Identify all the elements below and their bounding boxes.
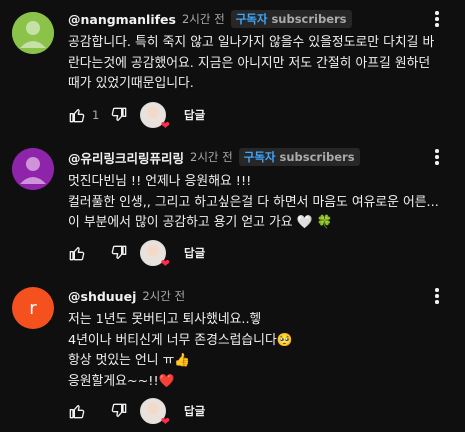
- comment-line: 란다는것에 공감했어요. 지금은 아니지만 저도 간절히 아프길 원하던: [68, 55, 431, 71]
- timestamp[interactable]: 2시간 전: [142, 288, 185, 304]
- reply-button[interactable]: 답글: [184, 403, 205, 419]
- heart-icon: ❤: [160, 415, 170, 428]
- reply-button[interactable]: 답글: [184, 245, 205, 261]
- comment-line: 공감합니다. 특히 죽지 않고 일나가지 않을수 있을정도로만 다치길 바: [68, 35, 435, 50]
- heart-icon: ❤: [160, 119, 170, 132]
- dislike-button[interactable]: [110, 402, 128, 420]
- subscribers-label: subscribers: [279, 150, 355, 164]
- like-count: 1: [92, 108, 100, 122]
- thumb-up-icon: [69, 109, 85, 123]
- comment-actions: ❤ 답글: [68, 240, 205, 269]
- dislike-button[interactable]: [110, 244, 128, 262]
- default-avatar-icon: [12, 148, 54, 190]
- thumb-down-icon: [111, 403, 127, 417]
- member-label: 구독자: [235, 12, 268, 26]
- thumb-up-icon: [69, 247, 85, 261]
- comment-line: 컬러풀한 인생,, 그리고 하고싶은걸 다 하면서 마음도 여유로운 어른...: [68, 194, 439, 210]
- comment-line: 이 부분에서 많이 공감하고 용기 얻고 가요 🤍 🍀: [68, 215, 333, 230]
- subscriber-badge: 구독자 subscribers: [238, 148, 360, 166]
- avatar[interactable]: r: [12, 287, 54, 329]
- comment-line: 때가 있었기때문입니다.: [68, 76, 194, 91]
- dislike-button[interactable]: [110, 106, 128, 124]
- like-button[interactable]: [68, 402, 86, 420]
- author-name[interactable]: @shduuej: [68, 289, 136, 304]
- default-avatar-icon: [12, 12, 54, 54]
- comment-line: 항상 멋있는 언니 ㅠ👍: [68, 353, 191, 368]
- comment-text: 멋진다빈님 !! 언제나 응원해요 !!! 컬러풀한 인생,, 그리고 하고싶은…: [68, 172, 448, 234]
- comment-header: @shduuej 2시간 전: [68, 286, 185, 306]
- avatar-letter: r: [29, 297, 37, 319]
- timestamp[interactable]: 2시간 전: [182, 11, 225, 27]
- more-actions-button[interactable]: [427, 147, 447, 167]
- subscribers-label: subscribers: [271, 12, 347, 26]
- comment-line: 저는 1년도 못버티고 퇴사했네요..헿: [68, 312, 262, 327]
- creator-heart: ❤: [140, 398, 170, 427]
- thumb-down-icon: [111, 107, 127, 121]
- heart-icon: ❤: [160, 257, 170, 270]
- comment-header: @유리링크리링퓨리링 2시간 전 구독자 subscribers: [68, 147, 360, 167]
- comment-header: @nangmanlifes 2시간 전 구독자 subscribers: [68, 9, 352, 29]
- creator-heart: ❤: [140, 240, 170, 269]
- thumb-up-icon: [69, 405, 85, 419]
- comment-line: 4년이나 버티신게 너무 존경스럽습니다🥺: [68, 332, 293, 348]
- member-label: 구독자: [243, 150, 276, 164]
- comment-text: 저는 1년도 못버티고 퇴사했네요..헿 4년이나 버티신게 너무 존경스럽습니…: [68, 310, 448, 392]
- more-actions-button[interactable]: [427, 9, 447, 29]
- comment-actions: ❤ 답글: [68, 398, 205, 427]
- timestamp[interactable]: 2시간 전: [190, 149, 233, 165]
- avatar[interactable]: [12, 12, 54, 54]
- thumb-down-icon: [111, 245, 127, 259]
- author-name[interactable]: @nangmanlifes: [68, 12, 176, 27]
- comment-line: 응원할게요~~!!❤️: [68, 373, 175, 389]
- comment-actions: 1 ❤ 답글: [68, 102, 205, 131]
- more-actions-button[interactable]: [427, 286, 447, 306]
- subscriber-badge: 구독자 subscribers: [230, 10, 352, 28]
- reply-button[interactable]: 답글: [184, 107, 205, 123]
- like-button[interactable]: [68, 106, 86, 124]
- like-button[interactable]: [68, 244, 86, 262]
- avatar[interactable]: [12, 148, 54, 190]
- creator-heart: ❤: [140, 102, 170, 131]
- comment-text: 공감합니다. 특히 죽지 않고 일나가지 않을수 있을정도로만 다치길 바 란다…: [68, 33, 448, 95]
- author-name[interactable]: @유리링크리링퓨리링: [68, 148, 184, 167]
- comment-line: 멋진다빈님 !! 언제나 응원해요 !!!: [68, 174, 252, 189]
